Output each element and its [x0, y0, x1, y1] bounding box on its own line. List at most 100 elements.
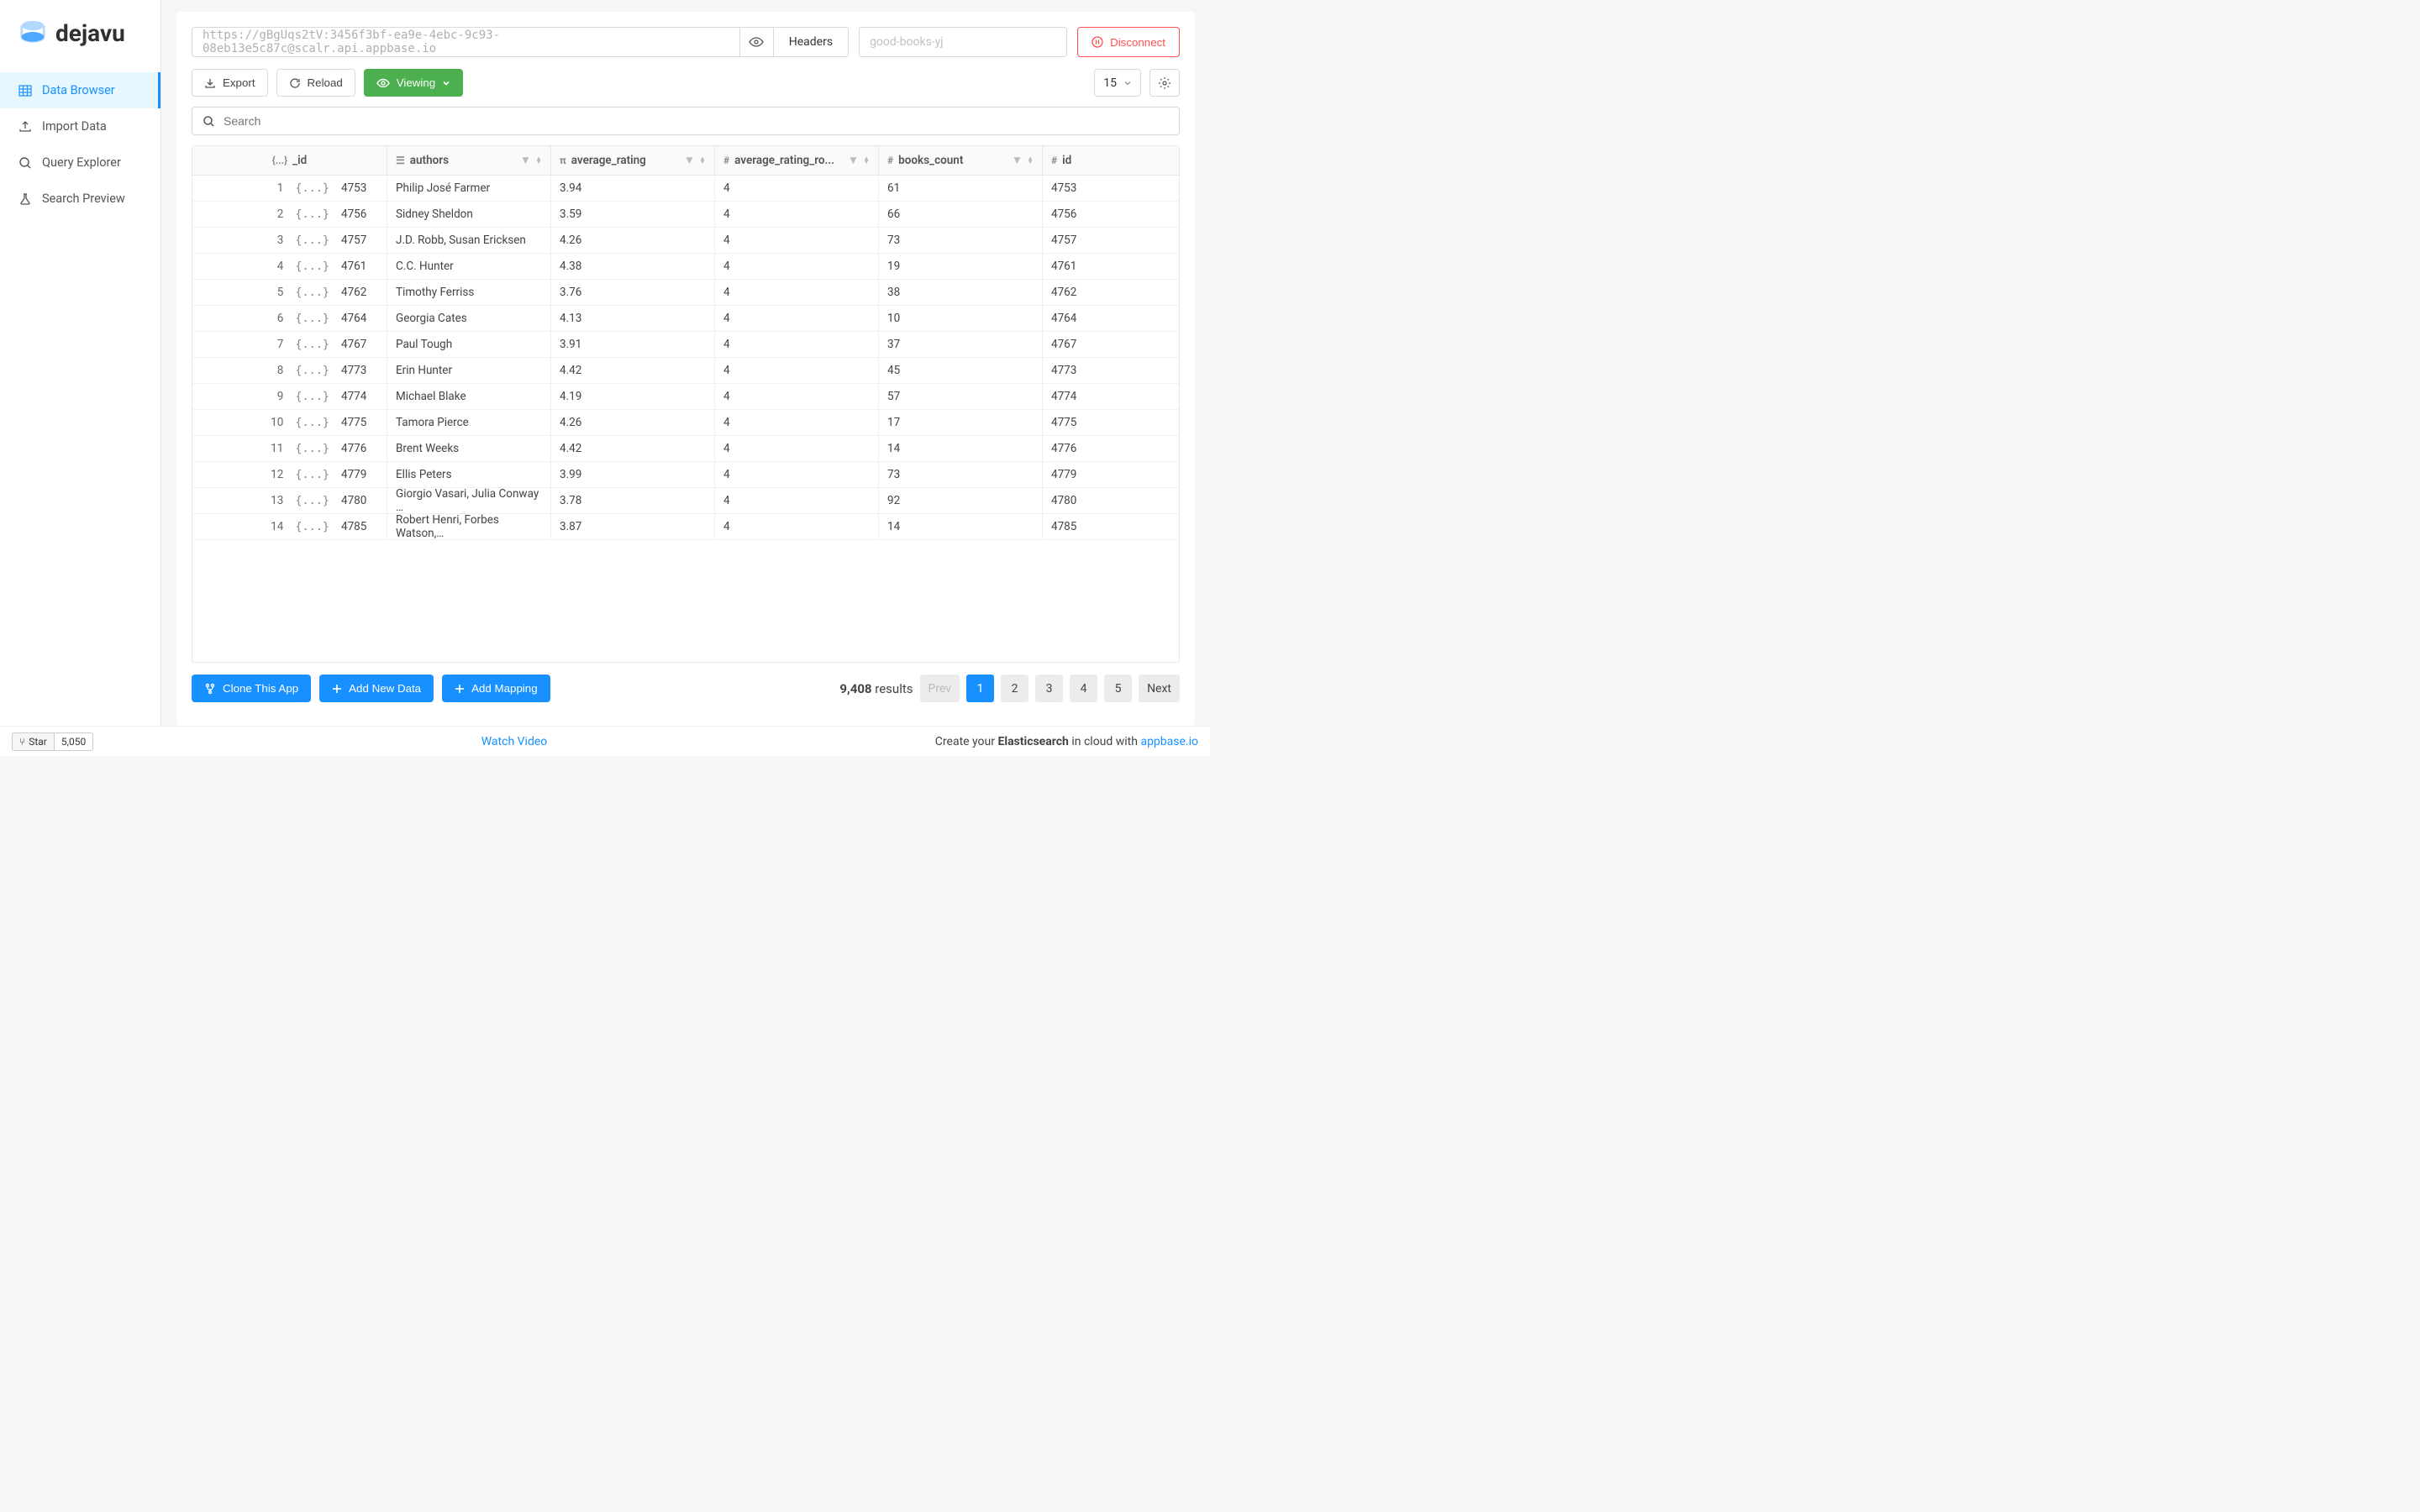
page-5[interactable]: 5: [1104, 675, 1132, 702]
cell-round: 4: [715, 280, 879, 305]
cell-authors: Brent Weeks: [387, 436, 551, 461]
disconnect-button[interactable]: Disconnect: [1077, 27, 1180, 57]
cell-round: 4: [715, 202, 879, 227]
cell-authors: Tamora Pierce: [387, 410, 551, 435]
filter-icon[interactable]: ▼: [520, 154, 531, 167]
column-books-count[interactable]: # books_count ▼▲▼: [879, 146, 1043, 175]
settings-button[interactable]: [1150, 69, 1180, 97]
cell-id: 4785: [1043, 514, 1179, 539]
sort-icon[interactable]: ▲▼: [699, 157, 706, 164]
search-icon: [18, 156, 32, 170]
disconnect-label: Disconnect: [1110, 36, 1165, 49]
column-avg-rating-round[interactable]: # average_rating_ro... ▼▲▼: [715, 146, 879, 175]
sidebar-item-query-explorer[interactable]: Query Explorer: [0, 144, 160, 181]
table-row[interactable]: 8{...}4773Erin Hunter4.424454773: [192, 358, 1179, 384]
cell-rating: 4.26: [551, 228, 715, 253]
page-size-value: 15: [1103, 76, 1117, 90]
reload-icon: [289, 77, 301, 89]
headers-button[interactable]: Headers: [773, 28, 848, 56]
add-mapping-button[interactable]: Add Mapping: [442, 675, 550, 702]
page-size-select[interactable]: 15: [1094, 69, 1141, 97]
results-count: 9,408 results: [839, 681, 913, 696]
mode-dropdown[interactable]: Viewing: [364, 69, 463, 97]
export-button[interactable]: Export: [192, 69, 268, 97]
column-avg-rating[interactable]: π average_rating ▼▲▼: [551, 146, 715, 175]
page-2[interactable]: 2: [1001, 675, 1028, 702]
text-icon: ☰: [396, 155, 405, 166]
table-row[interactable]: 1{...}4753Philip José Farmer3.944614753: [192, 176, 1179, 202]
object-icon: {...}: [295, 494, 329, 507]
table-row[interactable]: 11{...}4776Brent Weeks4.424144776: [192, 436, 1179, 462]
table-row[interactable]: 4{...}4761C.C. Hunter4.384194761: [192, 254, 1179, 280]
app-name-input[interactable]: good-books-yj: [859, 27, 1067, 57]
object-icon: {...}: [295, 260, 329, 273]
table-row[interactable]: 14{...}4785Robert Henri, Forbes Watson,……: [192, 514, 1179, 540]
add-data-button[interactable]: Add New Data: [319, 675, 434, 702]
object-icon: {...}: [272, 155, 287, 166]
search-bar: [192, 107, 1180, 135]
filter-icon[interactable]: ▼: [848, 154, 859, 167]
reload-button[interactable]: Reload: [276, 69, 355, 97]
chevron-down-icon: [442, 79, 450, 87]
github-star[interactable]: ⑂Star 5,050: [12, 732, 93, 751]
cell-rating: 4.26: [551, 410, 715, 435]
table-row[interactable]: 12{...}4779Ellis Peters3.994734779: [192, 462, 1179, 488]
table-body[interactable]: 1{...}4753Philip José Farmer3.9446147532…: [192, 176, 1179, 662]
page-3[interactable]: 3: [1035, 675, 1063, 702]
table-row[interactable]: 3{...}4757J.D. Robb, Susan Ericksen4.264…: [192, 228, 1179, 254]
appbase-link[interactable]: appbase.io: [1140, 735, 1198, 748]
sort-icon[interactable]: ▲▼: [863, 157, 870, 164]
column-authors[interactable]: ☰ authors ▼▲▼: [387, 146, 551, 175]
clone-app-button[interactable]: Clone This App: [192, 675, 311, 702]
logo: dejavu: [0, 0, 160, 62]
table-row[interactable]: 7{...}4767Paul Tough3.914374767: [192, 332, 1179, 358]
sort-icon[interactable]: ▲▼: [535, 157, 542, 164]
sidebar-nav: Data Browser Import Data Query Explorer …: [0, 72, 160, 217]
cell-round: 4: [715, 384, 879, 409]
sidebar-item-data-browser[interactable]: Data Browser: [0, 72, 160, 108]
data-table: {...} _id ☰ authors ▼▲▼ π average_rating…: [192, 145, 1180, 663]
table-row[interactable]: 6{...}4764Georgia Cates4.134104764: [192, 306, 1179, 332]
cell-books: 61: [879, 176, 1043, 201]
cell-id: 4762: [1043, 280, 1179, 305]
table-row[interactable]: 9{...}4774Michael Blake4.194574774: [192, 384, 1179, 410]
watch-video-link[interactable]: Watch Video: [481, 735, 548, 748]
cell-index: 7{...}4767: [192, 332, 387, 357]
table-row[interactable]: 13{...}4780Giorgio Vasari, Julia Conway …: [192, 488, 1179, 514]
search-input[interactable]: [224, 114, 1169, 128]
table-row[interactable]: 2{...}4756Sidney Sheldon3.594664756: [192, 202, 1179, 228]
cell-rating: 3.78: [551, 488, 715, 513]
page-next[interactable]: Next: [1139, 675, 1180, 702]
cell-id: 4753: [1043, 176, 1179, 201]
table-row[interactable]: 10{...}4775Tamora Pierce4.264174775: [192, 410, 1179, 436]
cell-round: 4: [715, 306, 879, 331]
object-icon: {...}: [295, 207, 329, 221]
cell-books: 14: [879, 436, 1043, 461]
column-id-num[interactable]: # id: [1043, 146, 1179, 175]
cell-round: 4: [715, 410, 879, 435]
sidebar-item-import-data[interactable]: Import Data: [0, 108, 160, 144]
add-mapping-label: Add Mapping: [471, 682, 538, 695]
page-prev[interactable]: Prev: [920, 675, 960, 702]
cell-round: 4: [715, 488, 879, 513]
page-4[interactable]: 4: [1070, 675, 1097, 702]
filter-icon[interactable]: ▼: [684, 154, 695, 167]
hash-icon: #: [1051, 155, 1057, 166]
pause-icon: [1092, 36, 1103, 48]
sort-icon[interactable]: ▲▼: [1027, 157, 1034, 164]
sidebar-item-search-preview[interactable]: Search Preview: [0, 181, 160, 217]
cell-rating: 3.87: [551, 514, 715, 539]
page-1[interactable]: 1: [966, 675, 994, 702]
column-id[interactable]: {...} _id: [192, 146, 387, 175]
cell-rating: 3.59: [551, 202, 715, 227]
cell-books: 19: [879, 254, 1043, 279]
cell-authors: Paul Tough: [387, 332, 551, 357]
main: https://gBgUqs2tV:3456f3bf-ea9e-4ebc-9c9…: [161, 0, 1210, 726]
filter-icon[interactable]: ▼: [1012, 154, 1023, 167]
table-row[interactable]: 5{...}4762Timothy Ferriss3.764384762: [192, 280, 1179, 306]
panel: https://gBgUqs2tV:3456f3bf-ea9e-4ebc-9c9…: [176, 12, 1195, 726]
object-icon: {...}: [295, 416, 329, 429]
hash-icon: #: [723, 155, 729, 166]
toggle-visibility-button[interactable]: [739, 28, 773, 56]
url-input[interactable]: https://gBgUqs2tV:3456f3bf-ea9e-4ebc-9c9…: [192, 28, 739, 56]
